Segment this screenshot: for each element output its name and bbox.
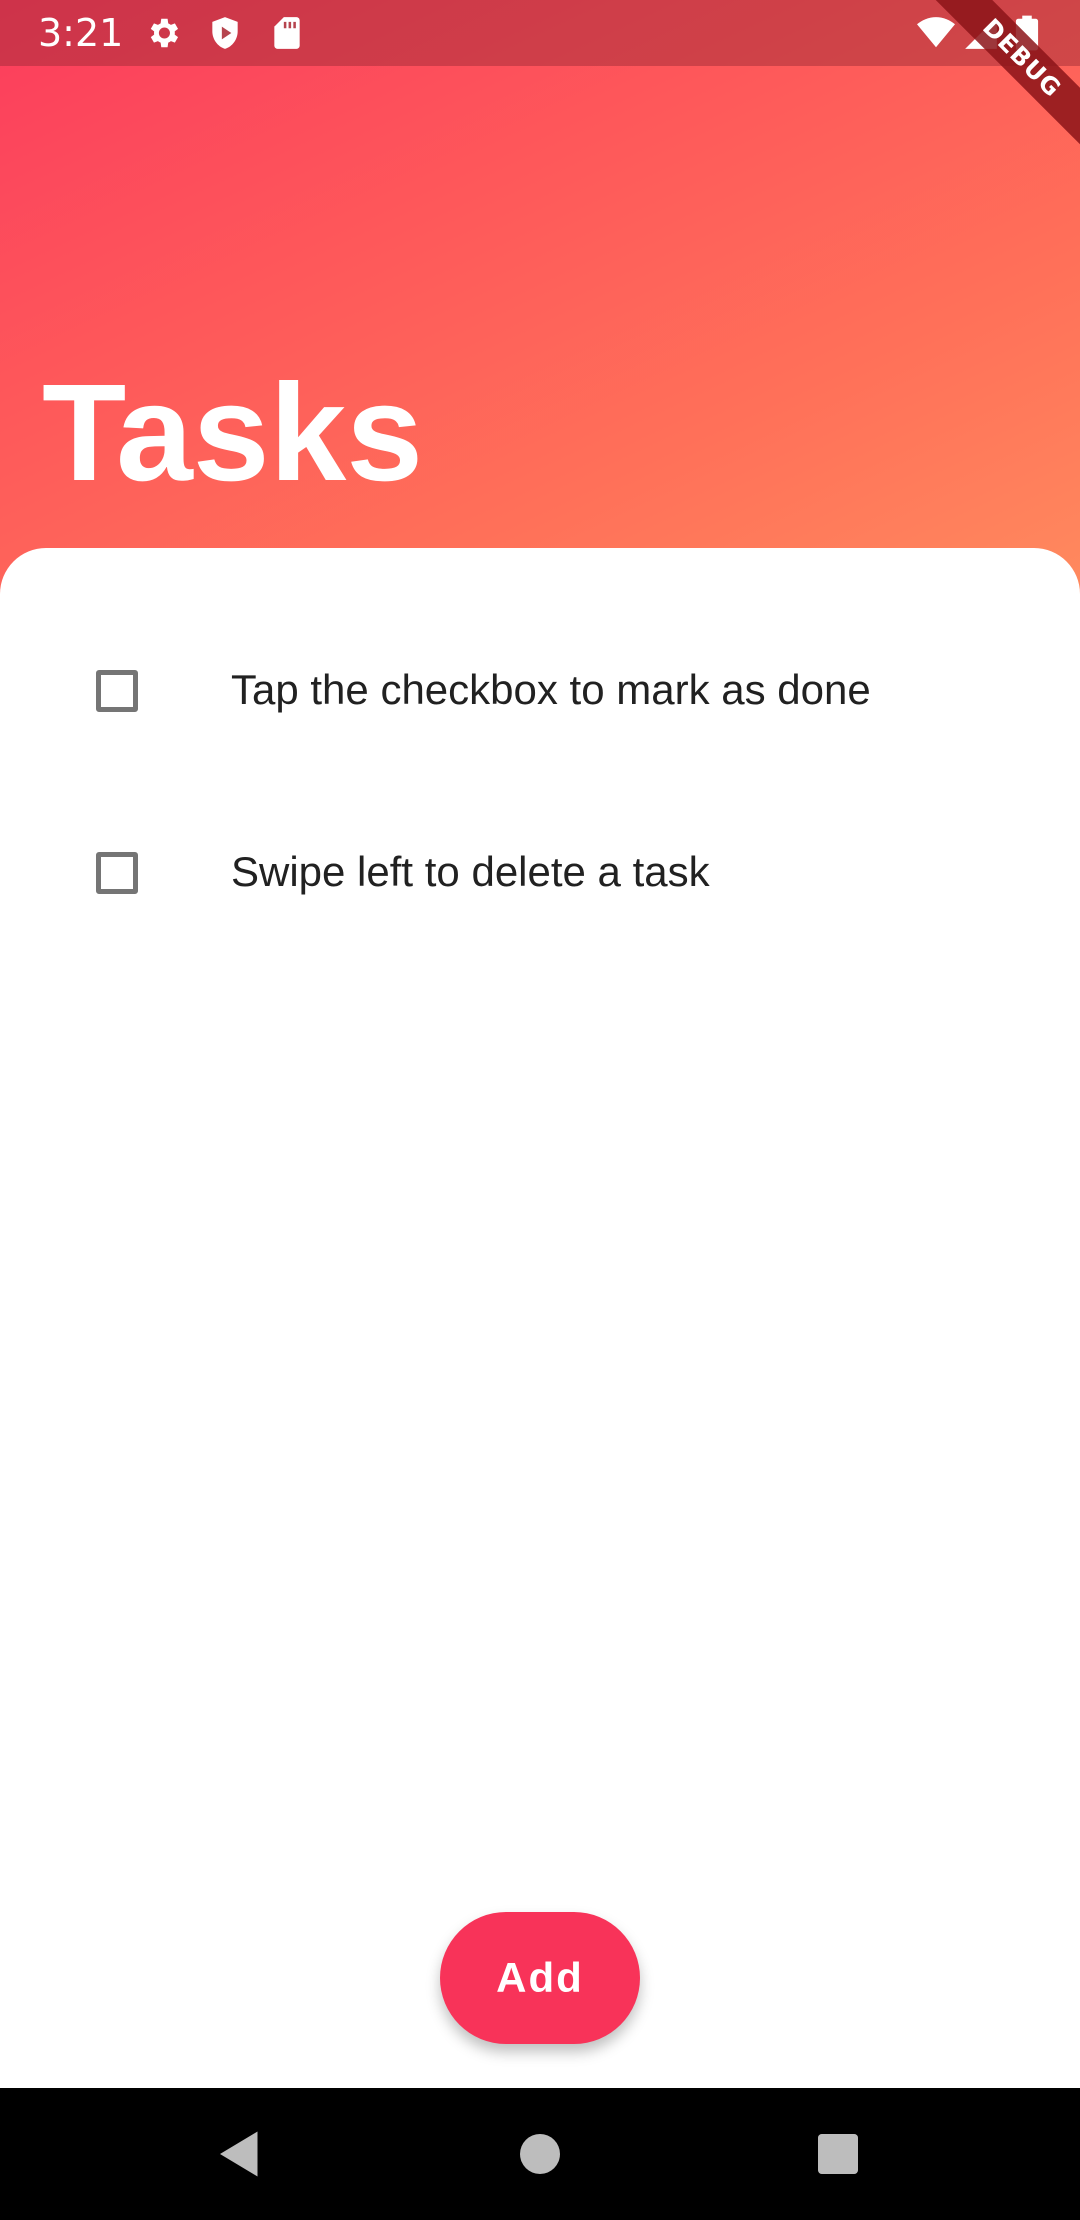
status-time: 3:21 [38, 11, 124, 55]
page-title: Tasks [42, 356, 424, 510]
recents-icon[interactable] [808, 2124, 868, 2184]
task-list-card [0, 548, 1080, 2088]
battery-icon [1012, 14, 1042, 52]
task-checkbox[interactable] [96, 852, 138, 894]
task-label: Tap the checkbox to mark as done [231, 666, 871, 713]
settings-icon [144, 14, 182, 52]
task-label: Swipe left to delete a task [231, 848, 710, 895]
sd-card-icon [268, 14, 306, 52]
header-gradient [0, 0, 1080, 600]
app-screen: 3:21 DEBUG Tasks Tap the checkbox to mar… [0, 0, 1080, 2220]
back-icon[interactable] [210, 2124, 270, 2184]
play-protect-icon [206, 14, 244, 52]
wifi-icon [914, 14, 958, 52]
add-task-button[interactable]: Add [440, 1912, 640, 2044]
task-checkbox[interactable] [96, 670, 138, 712]
status-bar: 3:21 [0, 0, 1080, 66]
task-item[interactable]: Swipe left to delete a task [0, 802, 1080, 952]
task-item[interactable]: Tap the checkbox to mark as done [0, 620, 1080, 770]
home-icon[interactable] [510, 2124, 570, 2184]
system-nav-bar [0, 2088, 1080, 2220]
signal-icon [962, 14, 1000, 52]
